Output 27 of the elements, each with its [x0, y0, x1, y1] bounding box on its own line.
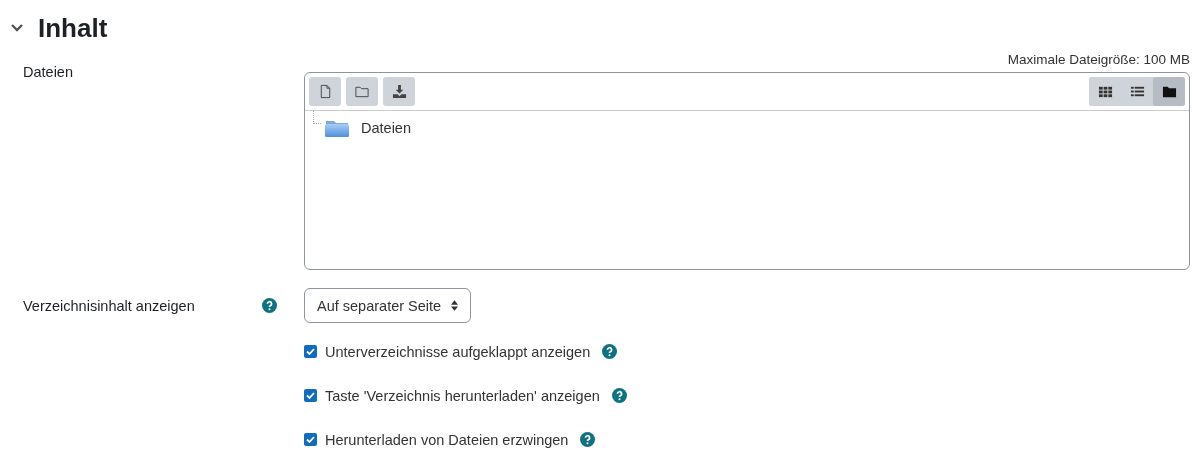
tree-item[interactable]: Dateien: [361, 120, 411, 136]
view-mode-button[interactable]: [1153, 77, 1185, 106]
field-label: Verzeichnisinhalt anzeigen: [22, 297, 196, 314]
help-icon[interactable]: [580, 432, 596, 447]
folder-icon: [354, 84, 370, 99]
folder-icon: [325, 119, 349, 137]
grid-view-icon: [1097, 84, 1113, 99]
checkbox-label: Taste 'Verzeichnis herunterladen' anzeigen: [325, 387, 600, 404]
checkbox-label: Herunterladen von Dateien erzwingen: [325, 431, 569, 448]
checkbox-label: Unterverzeichnisse aufgeklappt anzeigen: [325, 343, 591, 360]
download-icon: [391, 84, 407, 99]
max-size-note: Maximale Dateigröße: 100 MB: [1007, 52, 1190, 69]
field-label: Dateien: [22, 63, 74, 82]
sort-caret-icon: [451, 300, 459, 311]
list-view-icon: [1129, 84, 1145, 99]
folder-view-icon: [1161, 84, 1177, 99]
file-button[interactable]: [309, 77, 341, 106]
select-dropdown[interactable]: Auf separater Seite: [304, 288, 472, 323]
help-icon[interactable]: [262, 298, 277, 313]
folder-button[interactable]: [346, 77, 378, 106]
checkbox[interactable]: [304, 389, 317, 402]
checkbox[interactable]: [304, 345, 317, 358]
section-title: Inhalt: [38, 12, 108, 44]
download-button[interactable]: [383, 77, 415, 106]
help-icon[interactable]: [611, 388, 627, 403]
checkbox[interactable]: [304, 433, 317, 446]
help-icon[interactable]: [602, 344, 618, 359]
